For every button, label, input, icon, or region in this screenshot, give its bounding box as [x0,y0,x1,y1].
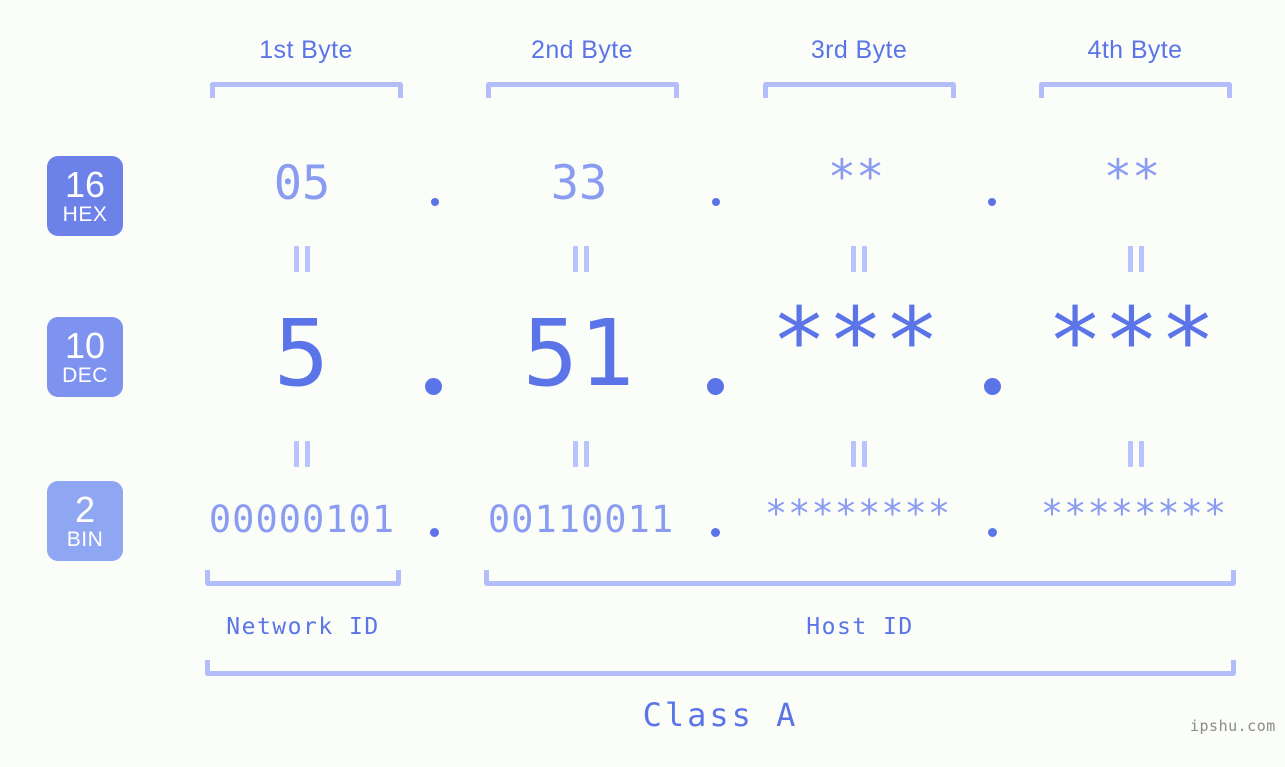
bin-byte-1-value: 00000101 [208,498,396,541]
dec-byte-2-value: 51 [522,300,636,407]
dec-byte-1-value: 5 [273,300,331,407]
equality-marker-dec-bin-4 [1127,441,1145,467]
hex-byte-2-value: 33 [550,156,608,211]
hex-byte-3-value: ** [827,150,885,205]
host-id-label: Host ID [806,614,914,640]
dec-separator-2 [707,378,724,395]
equality-marker-dec-bin-3 [850,441,868,467]
hex-separator-2 [712,198,720,206]
byte-bracket-3 [763,82,956,98]
base-badge-bin-number: 2 [74,489,96,530]
base-badge-dec-label: DEC [62,364,108,387]
hex-separator-3 [988,198,996,206]
dec-separator-3 [984,378,1001,395]
bin-separator-1 [430,528,439,537]
watermark: ipshu.com [1190,717,1276,735]
class-label: Class A [642,696,799,734]
base-badge-hex-label: HEX [62,203,108,226]
network-id-label: Network ID [226,614,380,640]
base-badge-dec: 10 DEC [47,317,123,397]
base-badge-bin: 2 BIN [47,481,123,561]
hex-byte-1-value: 05 [273,156,331,211]
hex-separator-1 [431,198,439,206]
ip-breakdown-diagram: 1st Byte 2nd Byte 3rd Byte 4th Byte 16 H… [0,0,1285,767]
bin-separator-2 [711,528,720,537]
byte-bracket-4 [1039,82,1232,98]
byte-bracket-2 [486,82,679,98]
dec-byte-4-value: *** [1047,288,1217,395]
hex-byte-4-value: ** [1103,150,1161,205]
equality-marker-hex-dec-1 [293,246,311,272]
dec-separator-1 [425,378,442,395]
equality-marker-dec-bin-2 [572,441,590,467]
host-id-bracket [484,570,1236,586]
equality-marker-dec-bin-1 [293,441,311,467]
byte-header-4: 4th Byte [1087,36,1183,64]
equality-marker-hex-dec-3 [850,246,868,272]
bin-separator-3 [988,528,997,537]
bin-byte-2-value: 00110011 [487,498,675,541]
class-bracket [205,660,1236,676]
base-badge-hex-number: 16 [64,164,106,205]
dec-byte-3-value: *** [771,288,941,395]
base-badge-hex: 16 HEX [47,156,123,236]
byte-header-1: 1st Byte [259,36,353,64]
network-id-bracket [205,570,401,586]
byte-header-2: 2nd Byte [531,36,633,64]
byte-header-3: 3rd Byte [810,36,908,64]
base-badge-bin-label: BIN [66,528,104,551]
base-badge-dec-number: 10 [64,325,106,366]
bin-byte-4-value: ******** [1040,492,1228,535]
equality-marker-hex-dec-4 [1127,246,1145,272]
bin-byte-3-value: ******** [764,492,952,535]
byte-bracket-1 [210,82,403,98]
equality-marker-hex-dec-2 [572,246,590,272]
